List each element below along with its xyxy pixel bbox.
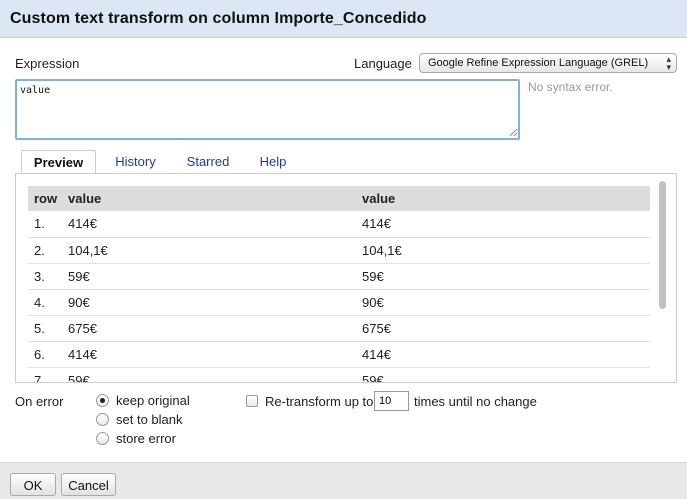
row-number: 4. [28, 289, 68, 316]
row-number: 2. [28, 237, 68, 264]
transformed-value-cell: 414€ [362, 211, 650, 238]
radio-unchecked-icon[interactable] [96, 432, 109, 445]
dialog-header: Custom text transform on column Importe_… [0, 0, 687, 38]
row-number: 3. [28, 263, 68, 290]
retransform-count-input[interactable] [374, 391, 409, 411]
table-row: 3. 59€ 59€ [28, 263, 650, 290]
retransform-label: Re-transform up to [265, 394, 374, 409]
tab-starred[interactable]: Starred [179, 150, 237, 174]
preview-header-row: row value value [28, 186, 650, 211]
table-row: 5. 675€ 675€ [28, 315, 650, 342]
column-header-new-value: value [362, 186, 650, 211]
radio-keep-original[interactable]: keep original [96, 393, 196, 411]
original-value-cell: 59€ [68, 367, 362, 382]
language-selected-value: Google Refine Expression Language (GREL) [428, 57, 649, 69]
original-value-cell: 90€ [68, 289, 362, 316]
table-row: 4. 90€ 90€ [28, 289, 650, 316]
radio-store-error[interactable]: store error [96, 431, 191, 449]
radio-label: set to blank [116, 412, 183, 427]
dialog-footer: OK Cancel [0, 462, 687, 499]
preview-scrollbar[interactable] [657, 178, 668, 380]
resize-grip-icon[interactable] [509, 128, 518, 137]
transformed-value-cell: 59€ [362, 263, 650, 290]
cancel-button[interactable]: Cancel [61, 473, 116, 496]
retransform-suffix: times until no change [414, 394, 537, 409]
original-value-cell: 414€ [68, 341, 362, 368]
original-value-cell: 59€ [68, 263, 362, 290]
original-value-cell: 675€ [68, 315, 362, 342]
dialog-title: Custom text transform on column Importe_… [10, 10, 427, 27]
expression-input[interactable]: value [15, 79, 520, 140]
transformed-value-cell: 90€ [362, 289, 650, 316]
tab-help[interactable]: Help [254, 150, 292, 174]
table-row: 1. 414€ 414€ [28, 211, 650, 238]
scrollbar-thumb[interactable] [659, 181, 666, 309]
preview-table: row value value 1. 414€ 414€ 2. 104,1€ 1… [28, 186, 650, 382]
row-number: 1. [28, 211, 68, 238]
retransform-checkbox[interactable] [246, 395, 258, 407]
transformed-value-cell: 104,1€ [362, 237, 650, 264]
table-row: 7. 59€ 59€ [28, 367, 650, 382]
tab-history[interactable]: History [108, 150, 163, 174]
original-value-cell: 104,1€ [68, 237, 362, 264]
row-number: 6. [28, 341, 68, 368]
radio-checked-icon[interactable] [96, 394, 109, 407]
language-select[interactable]: Google Refine Expression Language (GREL)… [419, 53, 677, 73]
row-number: 7. [28, 367, 68, 382]
tab-preview[interactable]: Preview [21, 150, 96, 174]
table-row: 6. 414€ 414€ [28, 341, 650, 368]
radio-label: store error [116, 431, 176, 446]
syntax-status: No syntax error. [528, 80, 613, 94]
radio-unchecked-icon[interactable] [96, 413, 109, 426]
expression-label: Expression [15, 56, 80, 71]
ok-button[interactable]: OK [10, 473, 56, 496]
transformed-value-cell: 414€ [362, 341, 650, 368]
updown-arrow-icon: ▴ ▾ [666, 54, 671, 72]
preview-panel: row value value 1. 414€ 414€ 2. 104,1€ 1… [15, 173, 677, 383]
radio-label: keep original [116, 393, 190, 408]
column-header-original-value: value [68, 186, 362, 211]
original-value-cell: 414€ [68, 211, 362, 238]
row-number: 5. [28, 315, 68, 342]
transformed-value-cell: 675€ [362, 315, 650, 342]
table-row: 2. 104,1€ 104,1€ [28, 237, 650, 264]
language-label: Language [354, 56, 412, 71]
radio-set-to-blank[interactable]: set to blank [96, 412, 191, 430]
transformed-value-cell: 59€ [362, 367, 650, 382]
column-header-row: row [28, 186, 68, 211]
on-error-label: On error [15, 394, 64, 409]
